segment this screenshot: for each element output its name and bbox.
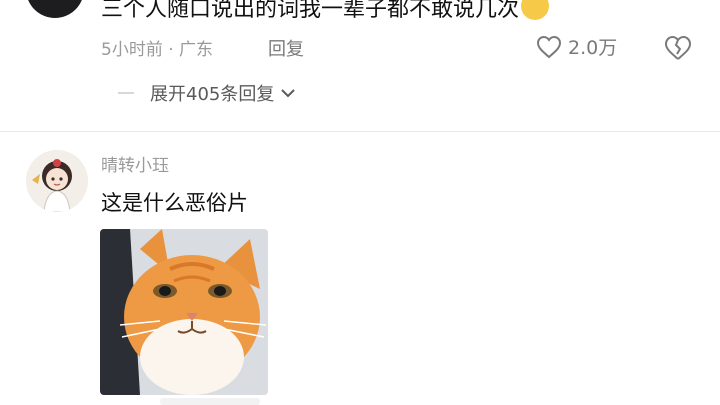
grin-emoji-icon [521, 0, 550, 20]
comment-time-location: 5小时前 · 广东 [101, 40, 214, 60]
expand-replies-button[interactable]: 展开405条回复 [118, 80, 296, 106]
cat-illustration [100, 229, 268, 395]
reply-button[interactable]: 回复 [268, 35, 304, 61]
thread-line [118, 92, 134, 94]
orange-cat-meme-image[interactable] [100, 229, 268, 395]
chevron-down-icon [281, 89, 296, 98]
like-count: 2.0万 [568, 37, 618, 59]
broken-heart-icon[interactable] [664, 35, 692, 61]
comment-divider [0, 131, 720, 132]
commenter-avatar[interactable] [26, 0, 84, 18]
comment-text: 这是什么恶俗片 [101, 191, 248, 215]
commenter-username[interactable]: 晴转小珏 [101, 151, 169, 176]
expand-replies-label: 展开405条回复 [150, 84, 275, 105]
like-button[interactable]: 2.0万 [536, 33, 617, 60]
anime-girl-avatar-icon [26, 150, 88, 212]
next-item-hint [160, 398, 260, 405]
comment-text: 三个人随口说出的词我一辈子都不敢说几次 [101, 0, 550, 25]
commenter-avatar[interactable] [26, 150, 88, 212]
heart-outline-icon [536, 35, 562, 58]
